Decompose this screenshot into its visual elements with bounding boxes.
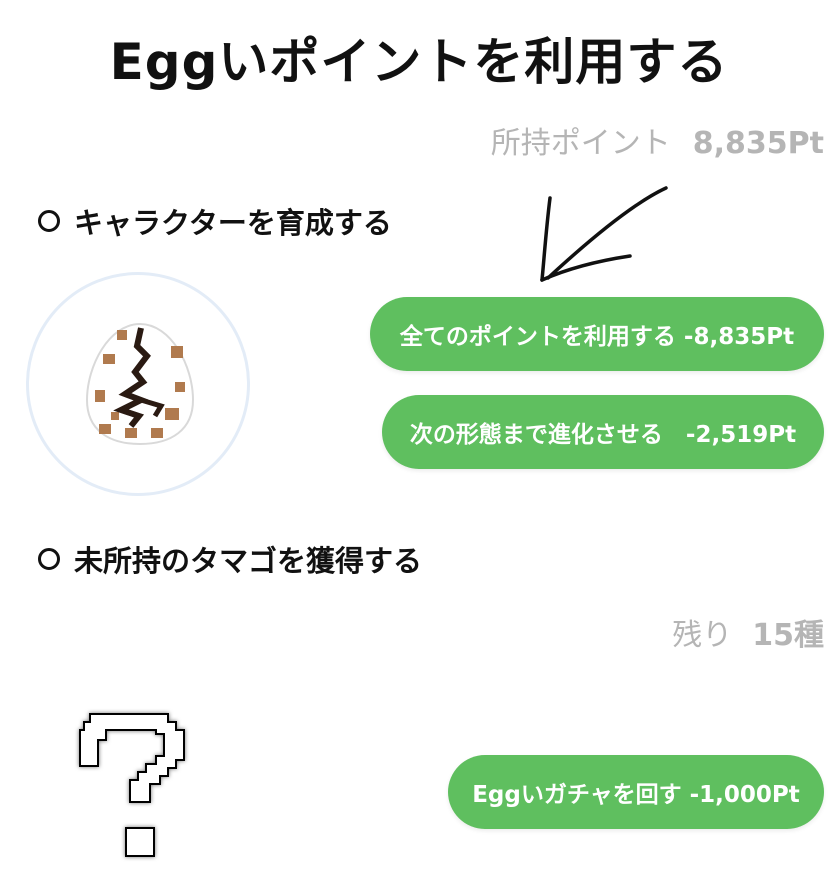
hand-drawn-arrow-icon [540, 186, 668, 282]
remaining-label: 残り [672, 618, 733, 653]
owned-points: 所持ポイント 8,835Pt [491, 118, 824, 162]
remaining-eggs: 残り 15種 [672, 610, 824, 654]
section-heading-raise-label: キャラクターを育成する [74, 206, 392, 240]
egg-gacha-button[interactable]: Eggいガチャを回す -1,000Pt [448, 755, 824, 829]
owned-points-label: 所持ポイント [490, 126, 671, 161]
character-display [26, 272, 250, 496]
page-title: Eggいポイントを利用する [109, 33, 729, 91]
section-heading-acquire-egg: 未所持のタマゴを獲得する [38, 538, 422, 580]
circle-bullet-icon [38, 548, 60, 570]
question-mark-icon [79, 713, 185, 857]
evolve-next-form-button[interactable]: 次の形態まで進化させる -2,519Pt [382, 395, 824, 469]
circle-bullet-icon [38, 210, 60, 232]
remaining-value: 15種 [752, 618, 824, 653]
section-heading-raise-character: キャラクターを育成する [38, 200, 392, 242]
section-heading-acquire-label: 未所持のタマゴを獲得する [74, 544, 423, 578]
use-all-points-button[interactable]: 全てのポイントを利用する -8,835Pt [370, 297, 824, 371]
spotted-egg-icon [85, 322, 195, 446]
owned-points-value: 8,835Pt [692, 126, 824, 161]
